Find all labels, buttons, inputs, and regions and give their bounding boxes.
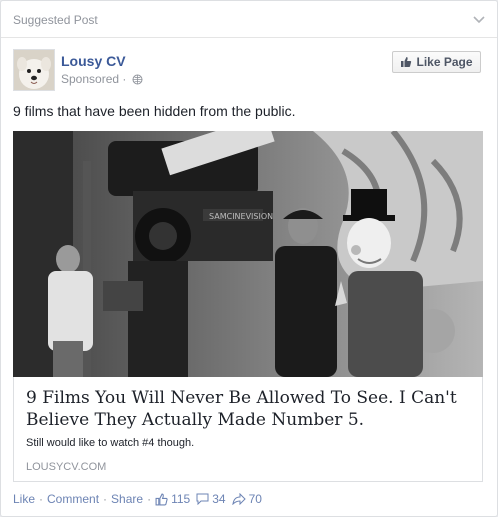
post-top-bar: Suggested Post — [1, 1, 497, 38]
camera-brand-text: SAMCINEVISION — [209, 212, 273, 221]
page-avatar[interactable] — [13, 49, 55, 91]
link-preview-box[interactable]: 9 Films You Will Never Be Allowed To See… — [13, 377, 483, 482]
likes-count-link[interactable]: 115 — [155, 492, 190, 506]
suggested-post-card: Suggested Post Lousy CV Sponsored · Like… — [0, 0, 498, 517]
share-action[interactable]: Share — [111, 492, 143, 506]
chevron-down-icon[interactable] — [472, 15, 486, 25]
link-preview-image[interactable]: SAMCINEVISION — [13, 131, 483, 377]
thumbs-up-icon — [155, 493, 168, 505]
film-set-photo: SAMCINEVISION — [13, 131, 483, 377]
dog-avatar-image — [14, 50, 54, 90]
link-title[interactable]: 9 Films You Will Never Be Allowed To See… — [26, 387, 476, 431]
like-page-label: Like Page — [416, 55, 473, 69]
link-summary: Still would like to watch #4 though. — [26, 437, 195, 449]
comments-count: 34 — [212, 492, 226, 506]
share-arrow-icon — [231, 493, 246, 505]
shares-count: 70 — [248, 492, 262, 506]
shares-count-link[interactable]: 70 — [231, 492, 262, 506]
thumbs-up-icon — [401, 57, 412, 67]
like-action[interactable]: Like — [13, 492, 35, 506]
sponsored-label[interactable]: Sponsored — [61, 72, 119, 86]
comments-count-link[interactable]: 34 — [196, 492, 226, 506]
action-separator: · — [103, 492, 108, 506]
comment-bubble-icon — [196, 493, 209, 505]
comment-action[interactable]: Comment — [47, 492, 99, 506]
post-actions-bar: Like · Comment · Share · 115 34 70 — [13, 492, 262, 506]
sponsored-line: Sponsored · — [61, 72, 143, 86]
action-separator: · — [147, 492, 152, 506]
globe-icon[interactable] — [132, 74, 143, 85]
action-separator: · — [39, 492, 44, 506]
suggested-post-label: Suggested Post — [13, 13, 98, 27]
likes-count: 115 — [171, 492, 191, 506]
meta-separator: · — [122, 72, 127, 86]
post-text: 9 films that have been hidden from the p… — [13, 103, 296, 119]
like-page-button[interactable]: Like Page — [392, 51, 481, 73]
page-name-link[interactable]: Lousy CV — [61, 53, 126, 69]
link-domain: LOUSYCV.COM — [26, 461, 107, 473]
